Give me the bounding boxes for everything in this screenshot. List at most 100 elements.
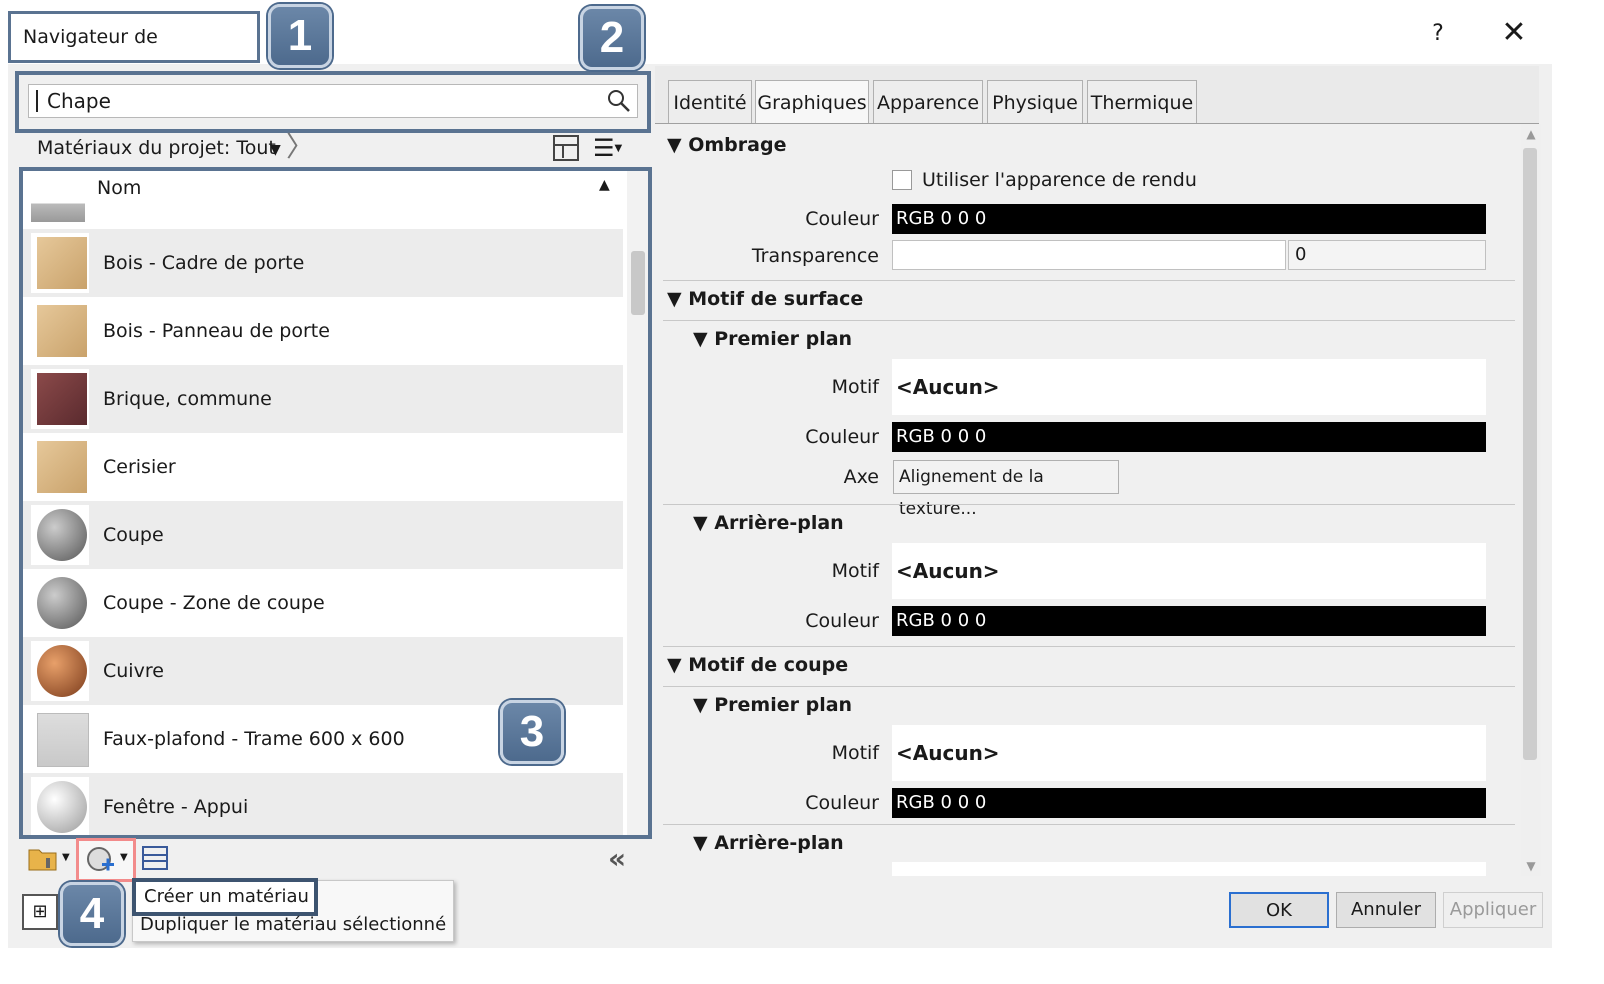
tab-graphiques[interactable]: Graphiques [755, 80, 869, 126]
material-settings-icon[interactable]: ⊞ [22, 894, 58, 930]
ceiling-tile-icon [37, 713, 89, 767]
create-material-dropdown-icon[interactable]: ▼ [120, 852, 128, 863]
scroll-down-icon[interactable]: ▼ [1521, 856, 1541, 876]
cut-foreground-title: Premier plan [714, 694, 853, 716]
list-item-label: Brique, commune [103, 388, 272, 410]
divider [663, 280, 1515, 281]
surface-bg-color-swatch[interactable]: RGB 0 0 0 [892, 606, 1486, 636]
properties-scrollbar-thumb[interactable] [1523, 148, 1537, 760]
callout-badge-4: 4 [60, 882, 124, 946]
filter-dropdown-icon[interactable]: ▼ [270, 142, 281, 158]
section-cut-pattern[interactable]: ▼ Motif de coupe [667, 654, 848, 676]
copper-sphere-icon [37, 645, 87, 697]
surface-fg-color-swatch[interactable]: RGB 0 0 0 [892, 422, 1486, 452]
collapse-panel-icon[interactable]: « [608, 845, 626, 873]
texture-alignment-button[interactable]: Alignement de la texture... [893, 460, 1119, 519]
list-item-label: Cuivre [103, 660, 164, 682]
list-item-label: Coupe - Zone de coupe [103, 592, 325, 614]
project-materials-filter[interactable]: Matériaux du projet: Tout [37, 134, 276, 162]
surface-background-group[interactable]: ▼ Arrière-plan [693, 512, 844, 534]
cut-background-title: Arrière-plan [714, 832, 844, 854]
surface-background-title: Arrière-plan [714, 512, 844, 534]
create-material-icon[interactable] [86, 846, 118, 874]
cut-background-group[interactable]: ▼ Arrière-plan [693, 832, 844, 854]
tab-identite[interactable]: Identité [668, 80, 752, 124]
transparency-value-input[interactable]: 0 [1288, 240, 1486, 270]
list-item[interactable]: Fenêtre - Appui [23, 773, 623, 835]
divider [663, 824, 1515, 825]
section-surface-title: Motif de surface [688, 288, 864, 310]
callout-badge-2: 2 [580, 6, 644, 70]
list-item-label: Cerisier [103, 456, 176, 478]
surface-bg-color-label: Couleur [805, 610, 879, 632]
scroll-up-icon[interactable]: ▲ [1521, 124, 1541, 144]
list-item-label: Coupe [103, 524, 164, 546]
cancel-button[interactable]: Annuler [1336, 892, 1436, 928]
open-library-dropdown-icon[interactable]: ▼ [62, 852, 70, 863]
search-callout-frame [15, 71, 651, 133]
surface-bg-pattern-field[interactable]: <Aucun> [892, 543, 1486, 599]
help-button[interactable]: ? [1418, 14, 1458, 54]
menu-item-duplicate-material[interactable]: Dupliquer le matériau sélectionné [140, 912, 446, 938]
thumbnail-column-icon [31, 176, 85, 222]
cut-bg-pattern-field[interactable] [892, 862, 1486, 876]
column-header-name[interactable]: Nom [97, 177, 141, 199]
cut-fg-color-label: Couleur [805, 792, 879, 814]
cut-fg-pattern-field[interactable]: <Aucun> [892, 725, 1486, 781]
callout-badge-1: 1 [268, 4, 332, 68]
list-item[interactable]: Bois - Panneau de porte [23, 297, 623, 365]
cut-fg-color-swatch[interactable]: RGB 0 0 0 [892, 788, 1486, 818]
chevron-right-icon: 〉 [286, 130, 315, 163]
shading-color-swatch[interactable]: RGB 0 0 0 [892, 204, 1486, 234]
tab-apparence[interactable]: Apparence [873, 80, 983, 124]
cut-foreground-group[interactable]: ▼ Premier plan [693, 694, 852, 716]
surface-foreground-group[interactable]: ▼ Premier plan [693, 328, 852, 350]
grey-sphere-icon [37, 509, 87, 561]
list-item[interactable]: Cuivre [23, 637, 623, 705]
transparency-slider[interactable] [892, 240, 1286, 270]
divider [663, 646, 1515, 647]
use-render-appearance-checkbox[interactable] [892, 170, 912, 190]
section-shading[interactable]: ▼ Ombrage [667, 134, 786, 156]
tab-physique[interactable]: Physique [987, 80, 1083, 124]
cut-fg-pattern-label: Motif [831, 742, 879, 764]
list-item[interactable]: Cerisier [23, 433, 623, 501]
grey-sphere-icon [37, 577, 87, 629]
surface-bg-pattern-label: Motif [831, 560, 879, 582]
section-surface-pattern[interactable]: ▼ Motif de surface [667, 288, 863, 310]
list-header: Nom ▲ [23, 171, 623, 229]
list-item-label: Fenêtre - Appui [103, 796, 249, 818]
asset-browser-icon[interactable] [142, 846, 168, 870]
use-render-appearance-label: Utiliser l'apparence de rendu [922, 169, 1197, 191]
list-view-icon[interactable]: ☰▼ [593, 136, 633, 160]
divider [663, 686, 1515, 687]
menu-item-create-material[interactable]: Créer un matériau [132, 878, 318, 916]
wood-swatch-icon [37, 237, 87, 289]
divider [663, 504, 1515, 505]
white-sphere-icon [37, 781, 87, 833]
brick-swatch-icon [37, 373, 87, 425]
list-item[interactable]: Brique, commune [23, 365, 623, 433]
list-item[interactable]: Coupe [23, 501, 623, 569]
surface-fg-pattern-label: Motif [831, 376, 879, 398]
surface-foreground-title: Premier plan [714, 328, 853, 350]
wood-swatch-icon [37, 305, 87, 357]
list-item[interactable]: Coupe - Zone de coupe [23, 569, 623, 637]
transparency-label: Transparence [751, 245, 879, 267]
list-item-label: Bois - Panneau de porte [103, 320, 330, 342]
sort-ascending-icon[interactable]: ▲ [599, 177, 610, 193]
section-shading-title: Ombrage [688, 134, 787, 156]
list-item[interactable]: Bois - Cadre de porte [23, 229, 623, 297]
library-panel-toggle-icon[interactable] [553, 135, 579, 161]
ok-button[interactable]: OK [1229, 892, 1329, 928]
open-library-icon[interactable] [28, 846, 60, 872]
list-item-label: Faux-plafond - Trame 600 x 600 [103, 728, 405, 750]
close-button[interactable]: ✕ [1494, 14, 1534, 54]
window-title: Navigateur de matériaux [8, 11, 260, 94]
tab-thermique[interactable]: Thermique [1087, 80, 1197, 124]
surface-fg-axis-label: Axe [843, 466, 879, 488]
apply-button[interactable]: Appliquer [1443, 892, 1543, 928]
section-cut-title: Motif de coupe [688, 654, 849, 676]
surface-fg-pattern-field[interactable]: <Aucun> [892, 359, 1486, 415]
list-scrollbar-thumb[interactable] [631, 251, 645, 315]
